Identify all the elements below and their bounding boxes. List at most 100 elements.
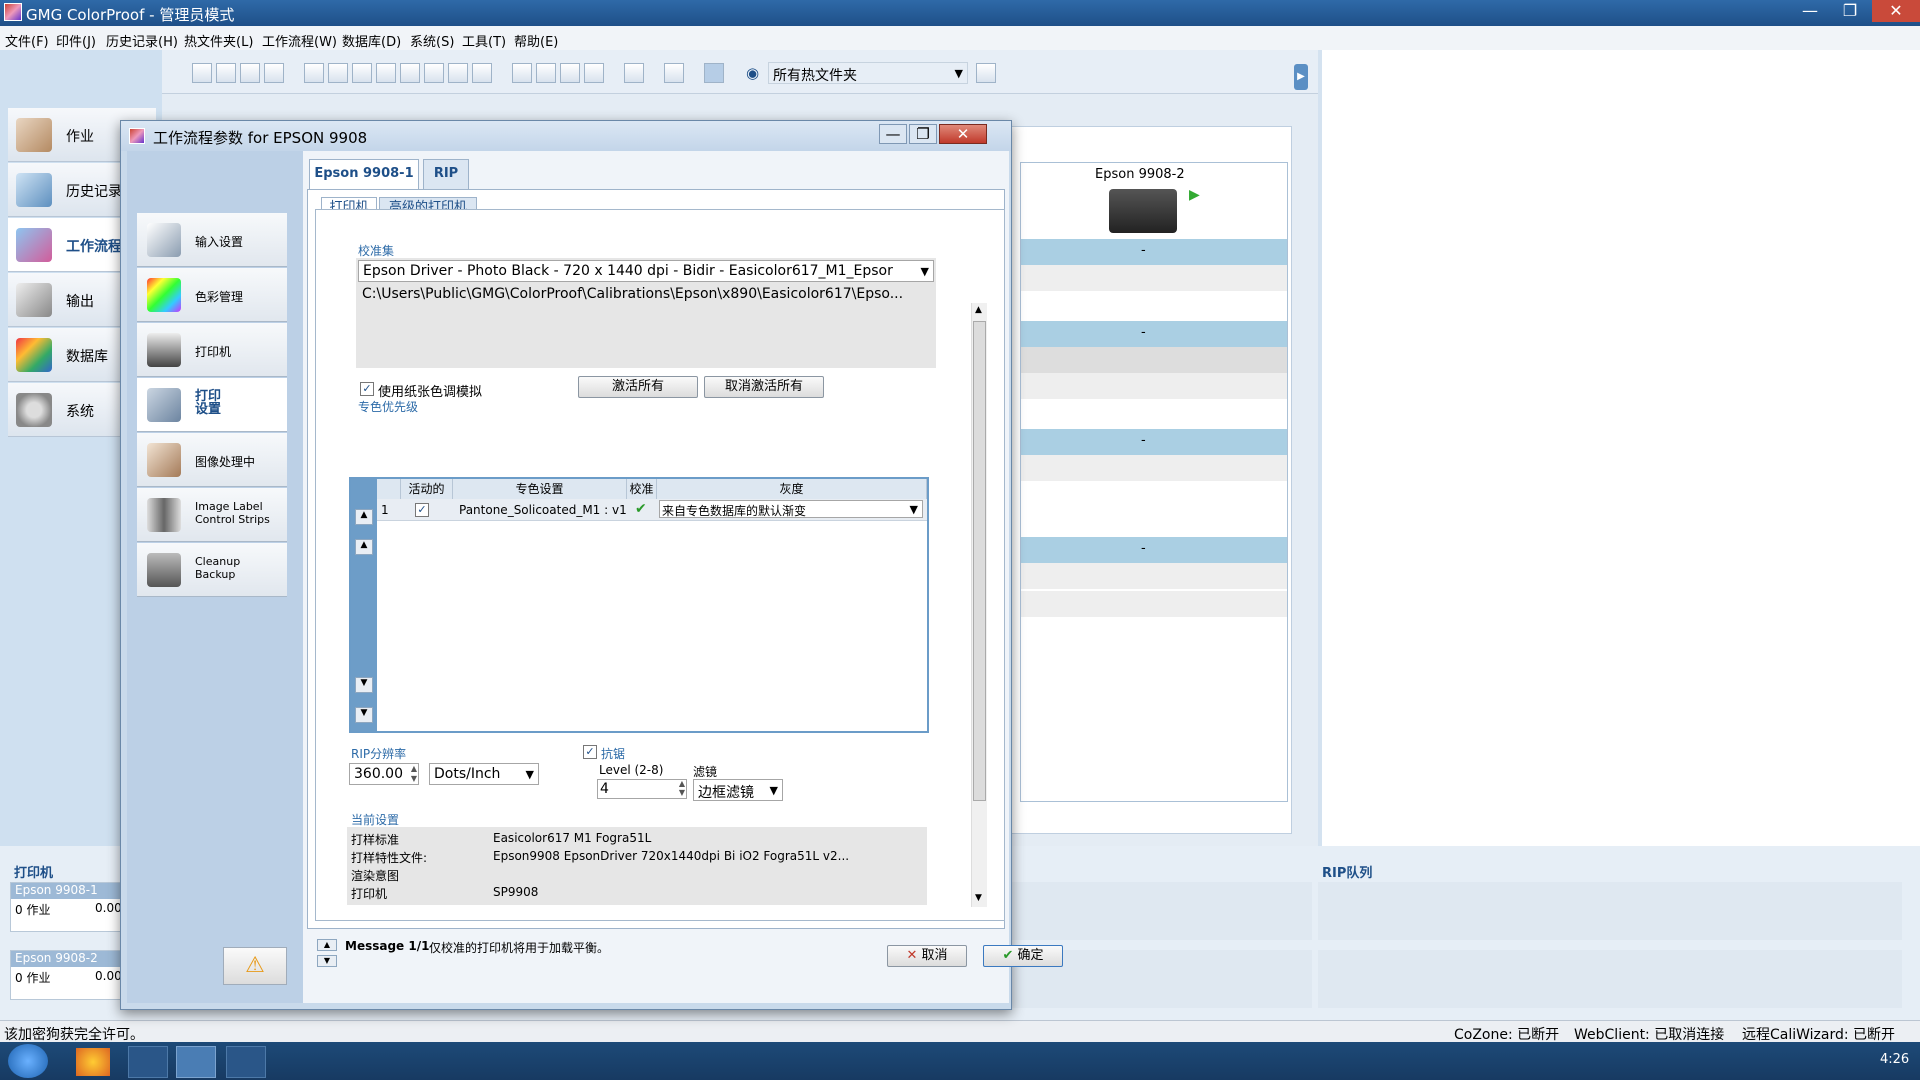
category-cleanup-backup[interactable]: Cleanup Backup <box>137 543 287 597</box>
spin-up-icon[interactable]: ▲ <box>411 764 417 773</box>
tool-button[interactable] <box>584 63 604 83</box>
eye-icon: ◉ <box>746 64 760 82</box>
tool-button[interactable] <box>376 63 396 83</box>
tool-button[interactable] <box>304 63 324 83</box>
taskbar-app-icon[interactable] <box>128 1046 168 1078</box>
dialog-maximize-button[interactable]: ❐ <box>909 124 937 144</box>
chevron-down-icon: ▼ <box>954 67 963 80</box>
tool-button[interactable] <box>328 63 348 83</box>
gray-select-value: 来自专色数据库的默认渐变 <box>662 504 807 518</box>
category-printer[interactable]: 打印机 <box>137 323 287 377</box>
category-label: Image Label Control Strips <box>195 500 270 526</box>
rip-res-input[interactable]: 360.00 ▲ ▼ <box>349 763 419 785</box>
database-icon <box>16 338 52 372</box>
menu-database[interactable]: 数据库(D) <box>342 31 401 50</box>
rip-unit-select[interactable]: Dots/Inch ▼ <box>429 763 539 785</box>
tool-button[interactable] <box>472 63 492 83</box>
cancel-button[interactable]: ✕ 取消 <box>887 945 967 967</box>
scroll-up-icon[interactable]: ▲ <box>975 305 982 315</box>
nav-label: 系统 <box>66 404 94 420</box>
message-next-icon[interactable]: ▼ <box>317 955 337 967</box>
row-spot: Pantone_Solicoated_M1 : v1 <box>459 503 627 517</box>
paper-sim-checkbox[interactable]: ✓ <box>360 382 374 396</box>
hotfolder-select[interactable]: 所有热文件夹 ▼ <box>768 62 968 84</box>
play-icon[interactable]: ▶ <box>1189 187 1200 203</box>
tool-button[interactable] <box>560 63 580 83</box>
tool-button[interactable] <box>664 63 684 83</box>
clock[interactable]: 4:26 <box>1880 1052 1909 1067</box>
antialias-checkbox[interactable]: ✓ <box>583 745 597 759</box>
collapse-arrow-icon[interactable]: ▶ <box>1294 64 1308 90</box>
printer-jobs: 0 作业 <box>15 971 51 985</box>
deactivate-all-button[interactable]: 取消激活所有 <box>704 376 824 398</box>
setting-key: 打样特性文件: <box>351 851 428 865</box>
tab-epson-9908-1[interactable]: Epson 9908-1 <box>309 159 419 189</box>
menu-workflow[interactable]: 工作流程(W) <box>262 31 337 50</box>
status-cell: - <box>1141 243 1146 258</box>
table-row[interactable]: 1 ✓ Pantone_Solicoated_M1 : v1 ✔ 来自专色数据库… <box>377 499 927 521</box>
level-input[interactable]: 4 ▲ ▼ <box>597 779 687 799</box>
row-active-checkbox[interactable]: ✓ <box>415 503 429 517</box>
tool-button[interactable] <box>448 63 468 83</box>
move-top-icon[interactable]: ▲ <box>355 509 373 525</box>
tool-button[interactable] <box>512 63 532 83</box>
minimize-button[interactable]: — <box>1790 0 1830 22</box>
spin-down-icon[interactable]: ▼ <box>679 788 685 797</box>
ok-button[interactable]: ✔ 确定 <box>983 945 1063 967</box>
menu-job[interactable]: 印件(J) <box>56 31 96 50</box>
calibration-select[interactable]: Epson Driver - Photo Black - 720 x 1440 … <box>358 260 934 282</box>
filter-select[interactable]: 边框滤镜 ▼ <box>693 779 783 801</box>
menu-history[interactable]: 历史记录(H) <box>106 31 178 50</box>
menu-file[interactable]: 文件(F) <box>5 31 49 50</box>
message-prev-icon[interactable]: ▲ <box>317 939 337 951</box>
dialog-minimize-button[interactable]: — <box>879 124 907 144</box>
tool-button[interactable] <box>352 63 372 83</box>
tool-button[interactable] <box>400 63 420 83</box>
cozone-status: CoZone: 已断开 <box>1454 1027 1560 1043</box>
menu-help[interactable]: 帮助(E) <box>514 31 558 50</box>
category-image-processing[interactable]: 图像处理中 <box>137 433 287 487</box>
dialog-close-button[interactable]: ✕ <box>939 124 987 144</box>
tool-button[interactable] <box>536 63 556 83</box>
start-icon[interactable] <box>8 1044 48 1078</box>
printer-status-card[interactable]: Epson 9908-1 0 作业 0.00 <box>10 882 124 932</box>
close-button[interactable]: ✕ <box>1872 0 1920 22</box>
rip-queue-header: RIP队列 <box>1322 866 1373 881</box>
vertical-scrollbar[interactable]: ▲ ▼ <box>971 303 987 907</box>
spin-up-icon[interactable]: ▲ <box>679 779 685 788</box>
tool-button[interactable] <box>624 63 644 83</box>
printer-status-card[interactable]: Epson 9908-2 0 作业 0.00 <box>10 950 124 1000</box>
nav-label: 历史记录 <box>66 184 122 200</box>
gray-select[interactable]: 来自专色数据库的默认渐变 ▼ <box>659 500 923 518</box>
menu-hotfolder[interactable]: 热文件夹(L) <box>184 31 253 50</box>
category-label: 打印 设置 <box>195 389 222 417</box>
menu-system[interactable]: 系统(S) <box>410 31 454 50</box>
tool-button[interactable] <box>264 63 284 83</box>
tool-button[interactable] <box>192 63 212 83</box>
maximize-button[interactable]: ❐ <box>1830 0 1870 22</box>
printer-name: Epson 9908-1 <box>11 883 123 899</box>
clear-filter-button[interactable] <box>976 63 996 83</box>
menu-tools[interactable]: 工具(T) <box>462 31 506 50</box>
tool-button[interactable] <box>240 63 260 83</box>
category-input-settings[interactable]: 输入设置 <box>137 213 287 267</box>
taskbar-app-icon[interactable] <box>226 1046 266 1078</box>
warning-icon[interactable]: ⚠ <box>223 947 287 985</box>
activate-all-button[interactable]: 激活所有 <box>578 376 698 398</box>
tool-button[interactable] <box>704 63 724 83</box>
category-color-management[interactable]: 色彩管理 <box>137 268 287 322</box>
move-up-icon[interactable]: ▲ <box>355 539 373 555</box>
scroll-down-icon[interactable]: ▼ <box>975 893 982 903</box>
spin-down-icon[interactable]: ▼ <box>411 774 417 783</box>
taskbar-app-icon[interactable] <box>176 1046 216 1078</box>
tool-button[interactable] <box>216 63 236 83</box>
scrollbar-thumb[interactable] <box>973 321 986 801</box>
move-down-icon[interactable]: ▼ <box>355 677 373 693</box>
category-control-strips[interactable]: Image Label Control Strips <box>137 488 287 542</box>
tab-rip[interactable]: RIP <box>423 159 469 189</box>
taskbar-app-icon[interactable] <box>76 1048 110 1076</box>
tool-button[interactable] <box>424 63 444 83</box>
move-bottom-icon[interactable]: ▼ <box>355 707 373 723</box>
grid-gutter: ▲ ▲ ▼ ▼ <box>351 479 377 731</box>
category-print-settings[interactable]: 打印 设置 <box>137 378 287 432</box>
